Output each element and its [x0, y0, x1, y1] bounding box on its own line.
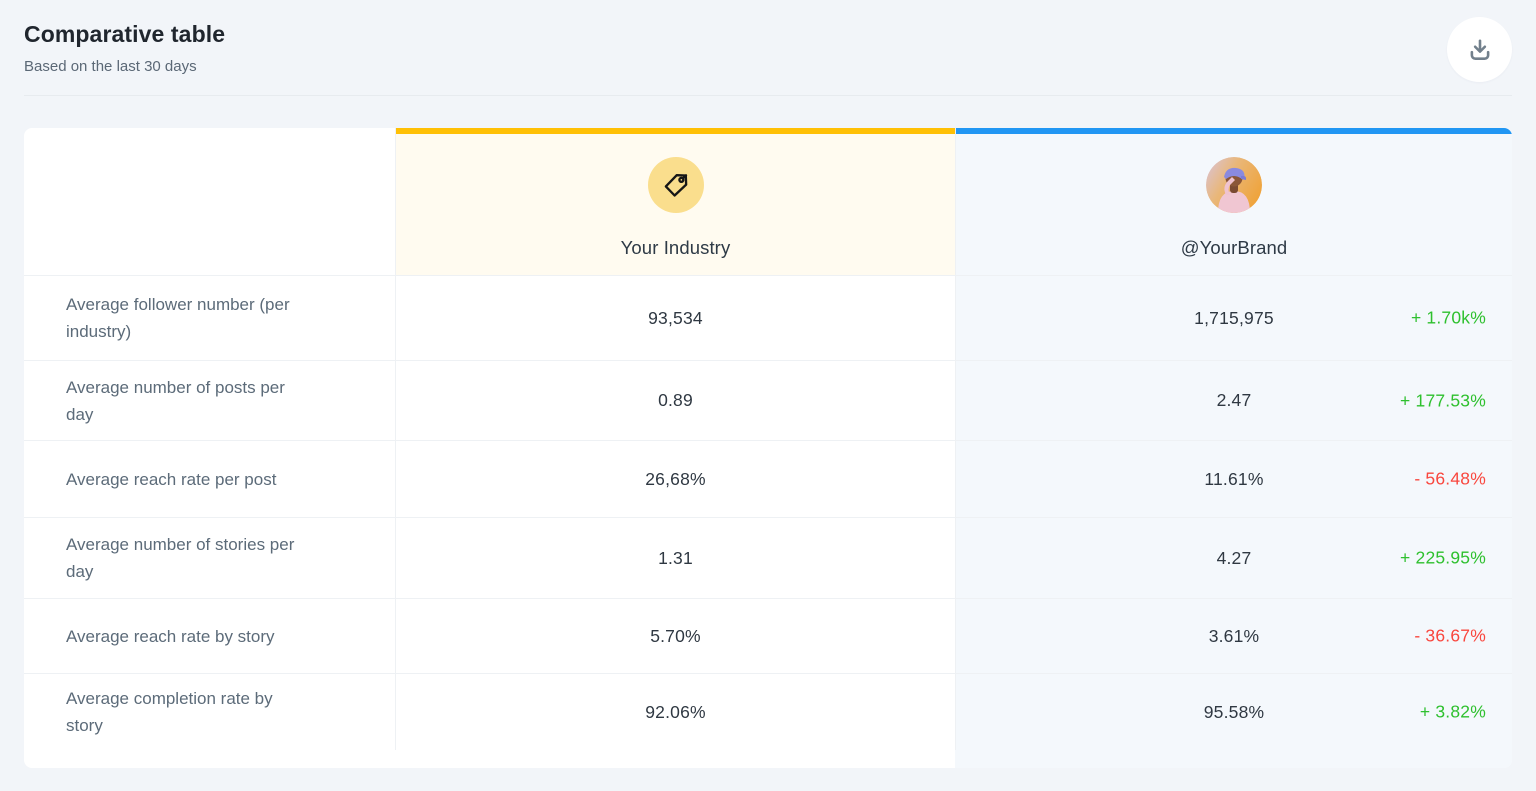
brand-value: 3.61% — [1209, 626, 1260, 647]
brand-value-cell: 4.27 + 225.95% — [955, 517, 1512, 598]
column-label-brand: @YourBrand — [1181, 237, 1288, 259]
industry-value: 0.89 — [658, 390, 693, 411]
delta-badge: + 225.95% — [1400, 548, 1486, 569]
brand-value-cell: 3.61% - 36.67% — [955, 598, 1512, 673]
industry-value-cell: 92.06% — [395, 673, 955, 750]
metric-label: Average number of stories per day — [24, 517, 395, 598]
industry-value-cell: 26,68% — [395, 440, 955, 517]
delta-badge: - 36.67% — [1414, 626, 1486, 647]
delta-badge: + 177.53% — [1400, 390, 1486, 411]
industry-value-cell: 5.70% — [395, 598, 955, 673]
header-divider — [24, 95, 1512, 96]
page-subtitle: Based on the last 30 days — [24, 58, 1512, 75]
delta-badge: + 1.70k% — [1411, 308, 1486, 329]
industry-value: 93,534 — [648, 308, 703, 329]
table-bottom-spacer — [955, 750, 1512, 768]
industry-value: 92.06% — [645, 702, 706, 723]
brand-value-cell: 1,715,975 + 1.70k% — [955, 275, 1512, 360]
metric-label: Average reach rate per post — [24, 440, 395, 517]
column-label-industry: Your Industry — [621, 237, 731, 259]
column-header-brand: @YourBrand — [955, 128, 1512, 275]
column-header-industry: Your Industry — [395, 128, 955, 275]
brand-value: 2.47 — [1217, 390, 1252, 411]
industry-value-cell: 93,534 — [395, 275, 955, 360]
comparative-table: Your Industry — [24, 128, 1512, 768]
brand-value: 95.58% — [1204, 702, 1265, 723]
industry-value: 5.70% — [650, 626, 701, 647]
table-bottom-spacer — [395, 750, 955, 768]
brand-value-cell: 95.58% + 3.82% — [955, 673, 1512, 750]
industry-accent-bar — [396, 128, 955, 134]
brand-value: 4.27 — [1217, 548, 1252, 569]
industry-value-cell: 0.89 — [395, 360, 955, 440]
delta-badge: - 56.48% — [1414, 469, 1486, 490]
metric-label: Average completion rate by story — [24, 673, 395, 750]
brand-value: 1,715,975 — [1194, 308, 1274, 329]
download-icon — [1467, 37, 1493, 63]
brand-avatar — [1206, 157, 1262, 213]
tag-icon — [648, 157, 704, 213]
page-title: Comparative table — [24, 21, 1512, 48]
industry-value: 1.31 — [658, 548, 693, 569]
industry-value-cell: 1.31 — [395, 517, 955, 598]
download-button[interactable] — [1447, 17, 1512, 82]
table-bottom-spacer — [24, 750, 395, 768]
brand-accent-bar — [956, 128, 1512, 134]
brand-value-cell: 11.61% - 56.48% — [955, 440, 1512, 517]
metric-label: Average reach rate by story — [24, 598, 395, 673]
page-header: Comparative table Based on the last 30 d… — [0, 0, 1536, 75]
metric-label: Average number of posts per day — [24, 360, 395, 440]
brand-value-cell: 2.47 + 177.53% — [955, 360, 1512, 440]
industry-value: 26,68% — [645, 469, 706, 490]
delta-badge: + 3.82% — [1420, 702, 1486, 723]
metric-label: Average follower number (per industry) — [24, 275, 395, 360]
corner-header-cell — [24, 128, 395, 275]
brand-value: 11.61% — [1204, 469, 1263, 490]
